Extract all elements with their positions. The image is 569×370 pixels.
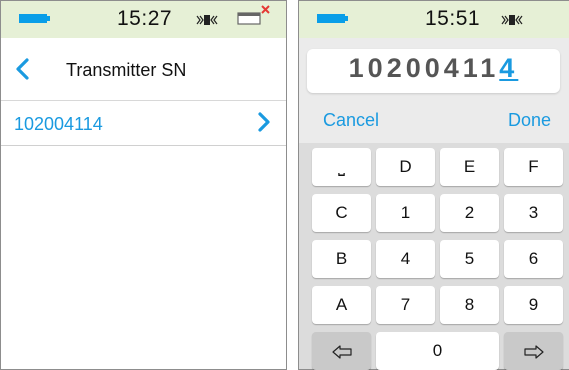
key-5[interactable]: 5 (440, 240, 499, 278)
forward-key[interactable] (504, 332, 563, 370)
vibrate-icon (501, 15, 523, 25)
key-c[interactable]: C (312, 194, 371, 232)
arrow-left-icon (331, 344, 352, 359)
key-a[interactable]: A (312, 286, 371, 324)
key-8[interactable]: 8 (440, 286, 499, 324)
serial-value-prefix: 10200411 (348, 53, 500, 83)
key-2[interactable]: 2 (440, 194, 499, 232)
keypad: ⎵ D E F C 1 2 3 B 4 5 6 A 7 8 9 0 (299, 143, 569, 370)
arrow-right-icon (523, 344, 544, 359)
backspace-key[interactable] (312, 332, 371, 370)
nav-bar: Transmitter SN (1, 38, 286, 101)
key-4[interactable]: 4 (376, 240, 435, 278)
status-bar: 15:27 (1, 1, 286, 38)
serial-value-cursor-char: 4 (499, 53, 519, 83)
cancel-button[interactable]: Cancel (323, 110, 379, 131)
transmitter-sn-screen: 15:27 Transmitter SN 102004114 (0, 0, 287, 370)
status-time: 15:51 (425, 7, 481, 30)
battery-icon (19, 14, 50, 23)
chevron-left-icon[interactable] (15, 58, 29, 80)
key-6[interactable]: 6 (504, 240, 563, 278)
key-1[interactable]: 1 (376, 194, 435, 232)
key-d[interactable]: D (376, 148, 435, 186)
key-f[interactable]: F (504, 148, 563, 186)
status-time: 15:27 (117, 7, 173, 30)
key-b[interactable]: B (312, 240, 371, 278)
transmitter-disconnected-icon (237, 5, 270, 25)
key-0[interactable]: 0 (376, 332, 499, 370)
key-space[interactable]: ⎵ (312, 148, 371, 186)
vibrate-icon (196, 15, 218, 25)
key-7[interactable]: 7 (376, 286, 435, 324)
list-item[interactable]: 102004114 (1, 100, 286, 146)
key-9[interactable]: 9 (504, 286, 563, 324)
serial-input-field[interactable]: 102004114 (307, 49, 560, 93)
battery-icon (317, 14, 348, 23)
done-button[interactable]: Done (508, 110, 551, 131)
chevron-right-icon (258, 112, 270, 132)
key-3[interactable]: 3 (504, 194, 563, 232)
key-e[interactable]: E (440, 148, 499, 186)
page-title: Transmitter SN (66, 60, 187, 80)
list-item-label: 102004114 (14, 114, 103, 134)
status-bar: 15:51 (299, 1, 569, 38)
sn-keypad-screen: 15:51 102004114 Cancel Done ⎵ D E F C 1 … (298, 0, 569, 370)
serial-value: 102004114 (307, 53, 560, 84)
